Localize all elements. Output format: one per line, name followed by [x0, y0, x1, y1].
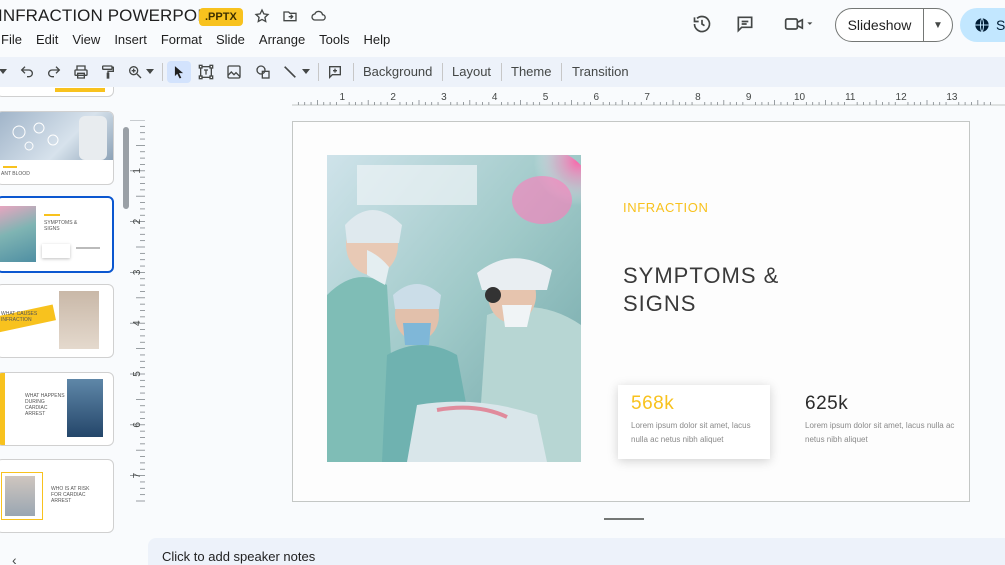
ruler-label: 3 — [441, 92, 447, 103]
star-icon[interactable] — [253, 8, 271, 26]
share-button[interactable]: S — [960, 8, 1005, 42]
menu-insert[interactable]: Insert — [107, 31, 154, 49]
speaker-notes-placeholder[interactable]: Click to add speaker notes — [162, 549, 315, 564]
ruler-label: 2 — [390, 92, 396, 103]
toolbar: Background Layout Theme Transition — [0, 57, 1005, 87]
ruler-label: 6 — [594, 92, 600, 103]
menu-help[interactable]: Help — [357, 31, 398, 49]
thumb-title: WHO IS AT RISK FOR CARDIAC ARREST — [51, 486, 90, 504]
thumb-title: SYMPTOMS & SIGNS — [44, 220, 78, 232]
toolbar-divider — [353, 63, 354, 81]
thumb-label: ANT BLOOD — [1, 171, 30, 177]
ruler-label: 2 — [132, 218, 143, 224]
file-extension-badge: .PPTX — [199, 8, 243, 26]
ruler-label: 12 — [896, 92, 908, 103]
history-icon[interactable] — [692, 14, 714, 36]
title-bar: INFRACTION POWERPOINT .PPTX File Edit Vi… — [0, 0, 1005, 56]
toolbar-divider — [442, 63, 443, 81]
speaker-notes[interactable]: Click to add speaker notes — [148, 538, 1005, 565]
select-cursor-icon[interactable] — [167, 61, 191, 83]
chevron-left-icon[interactable]: ‹ — [12, 552, 17, 565]
slide-title[interactable]: SYMPTOMS & SIGNS — [623, 262, 823, 318]
stat-card-highlighted[interactable]: 568k Lorem ipsum dolor sit amet, lacus n… — [618, 385, 770, 459]
stat-value: 568k — [631, 393, 675, 414]
stat-description: Lorem ipsum dolor sit amet, lacus nulla … — [805, 421, 955, 444]
menu-edit[interactable]: Edit — [29, 31, 65, 49]
ruler-label: 1 — [132, 168, 143, 174]
thumb-title: WHAT CAUSES INFRACTION — [1, 311, 38, 323]
menu-view[interactable]: View — [65, 31, 107, 49]
redo-icon[interactable] — [43, 61, 65, 83]
slide-kicker[interactable]: INFRACTION — [623, 200, 708, 215]
image-icon[interactable] — [223, 61, 245, 83]
slide-thumbnail-selected[interactable]: SYMPTOMS & SIGNS — [0, 196, 114, 273]
ruler-label: 4 — [492, 92, 498, 103]
zoom-dropdown-icon[interactable] — [143, 61, 157, 83]
horizontal-ruler: 1 2 3 4 5 6 7 8 9 10 11 12 13 — [292, 92, 1005, 106]
menu-arrange[interactable]: Arrange — [252, 31, 312, 49]
print-icon[interactable] — [70, 61, 92, 83]
toolbar-divider — [501, 63, 502, 81]
ruler-label: 3 — [132, 269, 143, 275]
slideshow-label[interactable]: Slideshow — [836, 9, 924, 41]
slide-thumbnail[interactable]: ANT BLOOD — [0, 111, 114, 185]
ruler-label: 4 — [132, 320, 143, 326]
document-title[interactable]: INFRACTION POWERPOINT — [0, 6, 225, 26]
ruler-label: 11 — [845, 92, 856, 103]
menu-format[interactable]: Format — [154, 31, 209, 49]
thumb-title: WHAT HAPPENS DURING CARDIAC ARREST — [25, 393, 65, 417]
ruler-label: 7 — [644, 92, 650, 103]
filmstrip-scrollbar[interactable] — [123, 127, 129, 209]
line-dropdown-icon[interactable] — [299, 61, 313, 83]
vertical-ruler: 1 2 3 4 5 6 7 — [130, 120, 145, 502]
slide-thumbnail[interactable]: WHAT CAUSES INFRACTION — [0, 284, 114, 358]
move-to-folder-icon[interactable] — [281, 8, 299, 26]
medical-icons-graphic — [12, 122, 59, 151]
cloud-status-icon[interactable] — [309, 8, 327, 26]
notes-resize-handle[interactable] — [604, 518, 644, 520]
ruler-label: 8 — [695, 92, 701, 103]
share-label: S — [996, 17, 1005, 33]
slideshow-dropdown-icon[interactable]: ▼ — [924, 20, 952, 31]
menu-search-dropdown-icon[interactable] — [0, 61, 14, 83]
background-button[interactable]: Background — [363, 64, 432, 79]
video-camera-icon[interactable] — [781, 14, 817, 36]
layout-button[interactable]: Layout — [452, 64, 491, 79]
stat-card[interactable]: 625k Lorem ipsum dolor sit amet, lacus n… — [805, 385, 955, 459]
stat-value: 625k — [805, 393, 849, 414]
toolbar-divider — [561, 63, 562, 81]
comment-icon[interactable] — [735, 14, 757, 36]
slide-thumbnail[interactable]: WHAT HAPPENS DURING CARDIAC ARREST — [0, 372, 114, 446]
shape-icon[interactable] — [252, 61, 274, 83]
line-icon[interactable] — [279, 61, 301, 83]
ruler-label: 6 — [132, 422, 143, 428]
slide-filmstrip[interactable]: ANT BLOOD SYMPTOMS & SIGNS WHAT CAUSES I… — [0, 87, 138, 565]
theme-button[interactable]: Theme — [511, 64, 551, 79]
ruler-label: 1 — [340, 92, 346, 103]
transition-button[interactable]: Transition — [572, 64, 629, 79]
ruler-label: 5 — [543, 92, 549, 103]
globe-icon — [975, 17, 989, 33]
slideshow-button[interactable]: Slideshow ▼ — [835, 8, 953, 42]
add-comment-icon[interactable] — [324, 61, 346, 83]
slide-thumbnail[interactable]: WHO IS AT RISK FOR CARDIAC ARREST — [0, 459, 114, 533]
paint-format-icon[interactable] — [97, 61, 119, 83]
menu-file[interactable]: File — [0, 31, 29, 49]
menu-bar: File Edit View Insert Format Slide Arran… — [0, 31, 397, 49]
ruler-label: 13 — [946, 92, 958, 103]
undo-icon[interactable] — [16, 61, 38, 83]
slide-thumbnail[interactable] — [0, 87, 114, 97]
menu-slide[interactable]: Slide — [209, 31, 252, 49]
menu-tools[interactable]: Tools — [312, 31, 356, 49]
text-box-icon[interactable] — [195, 61, 217, 83]
ruler-label: 9 — [746, 92, 752, 103]
toolbar-divider — [318, 63, 319, 81]
ruler-label: 5 — [132, 371, 143, 377]
surgery-photo[interactable] — [327, 155, 581, 462]
ruler-label: 10 — [794, 92, 806, 103]
stat-description: Lorem ipsum dolor sit amet, lacus nulla … — [631, 421, 751, 444]
ruler-label: 7 — [132, 472, 143, 478]
slide[interactable]: INFRACTION SYMPTOMS & SIGNS 568k Lorem i… — [292, 121, 970, 502]
toolbar-divider — [162, 63, 163, 81]
